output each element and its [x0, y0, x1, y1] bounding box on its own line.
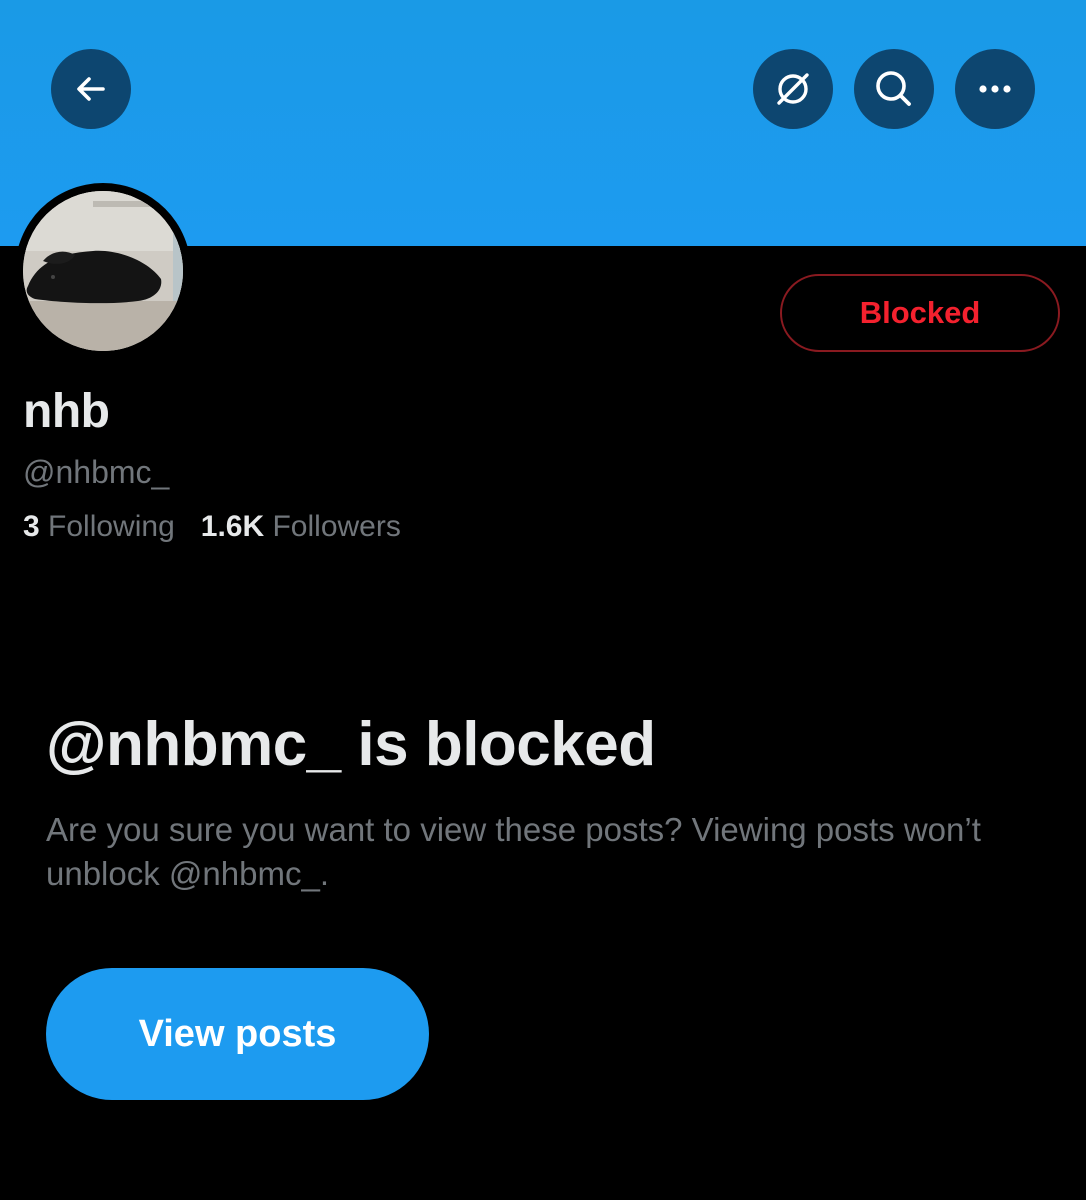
blocked-notice-title: @nhbmc_ is blocked — [46, 710, 656, 779]
blocked-notice-description: Are you sure you want to view these post… — [46, 811, 981, 892]
arrow-left-icon — [77, 77, 105, 101]
search-button[interactable] — [854, 49, 934, 129]
profile-page: Blocked nhb @nhbmc_ 3 Following 1.6K Foll… — [0, 0, 1086, 1200]
translate-button[interactable] — [753, 49, 833, 129]
profile-handle: @nhbmc_ — [23, 454, 170, 490]
avatar-image — [23, 191, 183, 351]
profile-stats: 3 Following 1.6K Followers — [23, 508, 401, 546]
display-name: nhb — [23, 385, 110, 438]
more-horizontal-icon — [979, 85, 1011, 93]
following-label: Following — [48, 510, 175, 543]
followers-count: 1.6K — [200, 510, 265, 543]
more-button[interactable] — [955, 49, 1035, 129]
following-link[interactable]: 3 Following — [23, 508, 175, 546]
translate-slash-icon — [777, 73, 809, 105]
followers-link[interactable]: 1.6K Followers — [201, 508, 401, 546]
avatar-ring — [15, 183, 191, 359]
back-button[interactable] — [51, 49, 131, 129]
avatar[interactable] — [23, 191, 183, 351]
blocked-button[interactable]: Blocked — [780, 274, 1060, 352]
followers-label: Followers — [272, 510, 401, 543]
following-count: 3 — [23, 510, 40, 543]
view-posts-button[interactable]: View posts — [46, 968, 429, 1100]
search-icon — [876, 71, 911, 106]
